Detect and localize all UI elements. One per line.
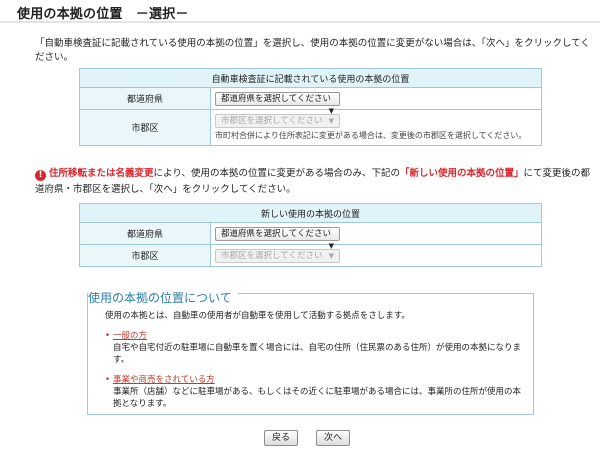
new-prefecture-value: 都道府県を選択してください xyxy=(221,228,331,239)
current-city-select[interactable]: 市郡区を選択してください ▼ xyxy=(215,114,340,128)
chevron-down-icon: ▼ xyxy=(328,117,334,125)
current-prefecture-value: 都道府県を選択してください xyxy=(221,93,331,104)
prefecture-label: 都道府県 xyxy=(79,87,211,110)
new-city-select[interactable]: 市郡区を選択してください ▼ xyxy=(215,248,340,263)
notice-emphasis-1: 住所移転または名義変更 xyxy=(49,168,154,179)
current-prefecture-select[interactable]: 都道府県を選択してください ▼ xyxy=(215,91,340,115)
title-divider xyxy=(0,21,600,23)
new-city-label: 市郡区 xyxy=(79,244,211,267)
info-item-title: 一般の方 xyxy=(113,331,148,341)
current-city-value: 市郡区を選択してください xyxy=(221,116,323,126)
bullet-icon: • xyxy=(105,375,111,385)
city-cell: 市郡区を選択してください ▼ 市町村合併により住所表記に変更がある場合は、変更後の… xyxy=(210,109,542,146)
bullet-icon: • xyxy=(105,331,111,341)
city-label: 市郡区 xyxy=(79,109,211,146)
city-hint: 市町村合併により住所表記に変更がある場合は、変更後の市郡区を選択してください。 xyxy=(215,131,527,140)
info-item: • 事業や商売をされている方 事業所（店舗）などに駐車場がある、もしくはその近くに… xyxy=(105,374,525,410)
new-location-table: 新しい使用の本拠の位置 都道府県 都道府県を選択してください ▼ 市郡区 市郡区を… xyxy=(79,203,542,267)
current-location-header: 自動車検査証に記載されている使用の本拠の位置 xyxy=(79,68,542,88)
change-notice: ! 住所移転または名義変更により、使用の本拠の位置に変更がある場合のみ、下記の「… xyxy=(35,166,595,198)
new-prefecture-cell: 都道府県を選択してください ▼ xyxy=(210,222,542,250)
info-item: • 一般の方 自宅や自宅付近の駐車場に自動車を置く場合には、自宅の住所（住民票のあ… xyxy=(105,330,525,366)
prefecture-cell: 都道府県を選択してください ▼ xyxy=(210,87,542,115)
new-prefecture-select[interactable]: 都道府県を選択してください ▼ xyxy=(215,226,340,250)
new-location-header: 新しい使用の本拠の位置 xyxy=(79,203,542,223)
info-item-text: 自宅や自宅付近の駐車場に自動車を置く場合には、自宅の住所（住民票のある住所）が使… xyxy=(113,343,522,365)
notice-text-1: により、使用の本拠の位置に変更がある場合のみ、下記の xyxy=(153,168,400,179)
info-item-text: 事業所（店舗）などに駐車場がある、もしくはその近くに駐車場がある場合には、事業所… xyxy=(113,387,522,409)
new-city-cell: 市郡区を選択してください ▼ xyxy=(210,244,542,267)
warning-icon: ! xyxy=(35,170,46,181)
new-city-value: 市郡区を選択してください xyxy=(221,250,323,261)
next-button[interactable]: 次へ xyxy=(316,430,350,446)
info-item-title: 事業や商売をされている方 xyxy=(113,375,215,385)
page-title: 使用の本拠の位置 －選択－ xyxy=(17,7,189,22)
new-prefecture-label: 都道府県 xyxy=(79,222,211,245)
notice-emphasis-2: 「新しい使用の本拠の位置」 xyxy=(399,168,524,179)
chevron-down-icon: ▼ xyxy=(328,251,334,260)
intro-text: 「自動車検査証に記載されている使用の本拠の位置」を選択し、使用の本拠の位置に変更… xyxy=(35,38,590,63)
info-body: 使用の本拠とは、自動車の使用者が自動車を使用して活動する拠点をさします。 • 一般… xyxy=(105,310,525,410)
back-button[interactable]: 戻る xyxy=(264,430,298,446)
info-title: 使用の本拠の位置について xyxy=(88,289,238,306)
info-description: 使用の本拠とは、自動車の使用者が自動車を使用して活動する拠点をさします。 xyxy=(105,311,410,321)
current-location-table: 自動車検査証に記載されている使用の本拠の位置 都道府県 都道府県を選択してくださ… xyxy=(79,68,542,146)
